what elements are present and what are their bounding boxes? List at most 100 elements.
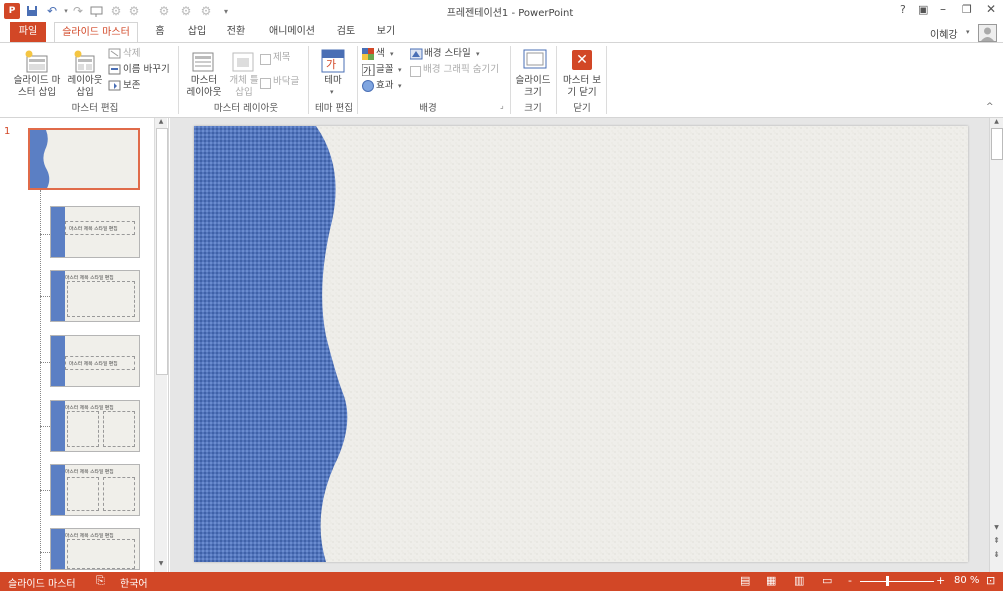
slide-sorter-icon[interactable]: ▦ bbox=[766, 574, 776, 587]
themes-button[interactable]: 테마 bbox=[318, 75, 348, 87]
next-slide-icon[interactable]: ⇟ bbox=[991, 550, 1002, 562]
tab-view[interactable]: 보기 bbox=[372, 22, 400, 42]
thumbnail-scrollbar[interactable]: ▲ ▼ bbox=[154, 118, 168, 572]
layout-tree-line bbox=[40, 190, 42, 570]
layout-thumbnail[interactable]: 마스터 제목 스타일 편집 bbox=[50, 528, 140, 570]
layout-thumbnail[interactable]: 마스터 제목 스타일 편집 bbox=[50, 335, 140, 387]
scroll-down-icon[interactable]: ▼ bbox=[156, 560, 166, 568]
insert-layout-button[interactable]: 레이아웃 삽입 bbox=[64, 75, 106, 99]
background-styles-dropdown-icon[interactable]: ▾ bbox=[476, 50, 480, 58]
touch-mode-icon[interactable]: ⚙ bbox=[108, 3, 124, 19]
quick-access-icon[interactable]: ⚙ bbox=[178, 3, 194, 19]
thumbnail-content-box bbox=[67, 281, 135, 317]
tree-tick bbox=[40, 426, 50, 428]
footer-checkbox-label: 바닥글 bbox=[273, 76, 300, 87]
restore-icon[interactable]: ❐ bbox=[962, 3, 972, 16]
slide-show-icon[interactable]: ▭ bbox=[822, 574, 832, 587]
zoom-out-button[interactable]: - bbox=[848, 574, 852, 587]
customize-icon[interactable]: ▾ bbox=[218, 3, 234, 19]
start-from-beginning-icon[interactable] bbox=[88, 3, 104, 19]
avatar[interactable] bbox=[978, 24, 997, 42]
footer-checkbox[interactable] bbox=[260, 78, 271, 89]
slide-scrollbar[interactable]: ▲ ▼ ⇞ ⇟ bbox=[989, 118, 1003, 572]
user-dropdown-icon[interactable]: ▾ bbox=[966, 28, 970, 36]
zoom-in-button[interactable]: + bbox=[936, 574, 945, 587]
master-thumbnail[interactable] bbox=[28, 128, 140, 190]
dialog-launcher-icon[interactable]: ⌟ bbox=[500, 101, 504, 110]
tree-tick bbox=[40, 490, 50, 492]
status-bar: 슬라이드 마스터 ⎘ 한국어 ▤ ▦ ▥ ▭ - + 80 % ⊡ bbox=[0, 572, 1003, 591]
layout-thumbnail[interactable]: 마스터 제목 스타일 편집 bbox=[50, 400, 140, 452]
preserve-button[interactable]: 보존 bbox=[123, 80, 140, 92]
scroll-up-icon[interactable]: ▲ bbox=[991, 118, 1002, 127]
layout-thumbnail[interactable]: 마스터 제목 스타일 편집 bbox=[50, 270, 140, 322]
reading-view-icon[interactable]: ▥ bbox=[794, 574, 804, 587]
colors-icon bbox=[362, 48, 375, 60]
layout-thumbnail[interactable]: 마스터 제목 스타일 편집 bbox=[50, 464, 140, 516]
close-master-view-button[interactable]: 마스터 보 기 닫기 bbox=[560, 75, 604, 99]
hide-bg-graphics-checkbox[interactable] bbox=[410, 66, 421, 77]
insert-slide-master-button[interactable]: 슬라이드 마 스터 삽입 bbox=[8, 75, 66, 99]
tab-insert[interactable]: 삽입 bbox=[184, 22, 210, 42]
help-icon[interactable]: ? bbox=[900, 3, 906, 16]
colors-dropdown-icon[interactable]: ▾ bbox=[390, 50, 394, 58]
slide-editing-area[interactable] bbox=[170, 118, 989, 572]
effects-button[interactable]: 효과 bbox=[376, 80, 393, 92]
colors-button[interactable]: 색 bbox=[376, 48, 385, 60]
preserve-icon bbox=[108, 80, 121, 92]
effects-dropdown-icon[interactable]: ▾ bbox=[398, 82, 402, 90]
delete-button[interactable]: 삭제 bbox=[123, 48, 140, 60]
rename-button[interactable]: 이름 바꾸기 bbox=[123, 64, 170, 76]
zoom-level[interactable]: 80 % bbox=[954, 575, 979, 586]
title-checkbox[interactable] bbox=[260, 54, 271, 65]
master-layout-icon bbox=[190, 50, 216, 74]
tab-review[interactable]: 검토 bbox=[332, 22, 360, 42]
insert-placeholder-button[interactable]: 개체 틀 삽입 bbox=[224, 75, 264, 99]
tab-slide-master[interactable]: 슬라이드 마스터 bbox=[54, 22, 138, 42]
save-icon[interactable] bbox=[24, 3, 40, 19]
background-styles-button[interactable]: 배경 스타일 bbox=[424, 48, 471, 60]
close-icon[interactable]: ✕ bbox=[986, 2, 996, 16]
fonts-dropdown-icon[interactable]: ▾ bbox=[398, 66, 402, 74]
redo-icon[interactable]: ↷ bbox=[70, 3, 86, 19]
user-name[interactable]: 이혜강 bbox=[930, 26, 958, 41]
thumbnail-caption: 마스터 제목 스타일 편집 bbox=[69, 362, 118, 367]
master-layout-button[interactable]: 마스터 레이아웃 bbox=[184, 75, 224, 99]
group-separator bbox=[510, 46, 511, 114]
master-slide[interactable] bbox=[194, 126, 968, 562]
quick-access-icon[interactable]: ⚙ bbox=[126, 3, 142, 19]
zoom-slider-thumb[interactable] bbox=[886, 576, 889, 586]
insert-placeholder-icon bbox=[230, 50, 256, 74]
zoom-slider[interactable] bbox=[860, 581, 934, 582]
background-styles-icon bbox=[409, 48, 423, 60]
group-separator bbox=[308, 46, 309, 114]
group-separator bbox=[178, 46, 179, 114]
themes-icon: 가 bbox=[320, 48, 346, 73]
normal-view-icon[interactable]: ▤ bbox=[740, 574, 750, 587]
scroll-thumb[interactable] bbox=[991, 128, 1003, 160]
scroll-thumb[interactable] bbox=[156, 128, 168, 375]
ribbon-display-icon[interactable]: ▣ bbox=[918, 3, 928, 16]
fit-to-window-icon[interactable]: ⊡ bbox=[986, 574, 995, 587]
previous-slide-icon[interactable]: ⇞ bbox=[991, 536, 1002, 548]
tab-file[interactable]: 파일 bbox=[10, 22, 46, 42]
scroll-down-icon[interactable]: ▼ bbox=[991, 524, 1002, 533]
tree-tick bbox=[40, 296, 50, 298]
scroll-up-icon[interactable]: ▲ bbox=[156, 118, 166, 126]
quick-access-icon[interactable]: ⚙ bbox=[198, 3, 214, 19]
powerpoint-icon[interactable]: P bbox=[4, 3, 20, 19]
layout-thumbnail[interactable]: 마스터 제목 스타일 편집 bbox=[50, 206, 140, 258]
tab-home[interactable]: 홈 bbox=[148, 22, 172, 42]
insert-slide-master-icon bbox=[24, 50, 50, 74]
fonts-button[interactable]: 글꼴 bbox=[376, 64, 393, 76]
tab-transitions[interactable]: 전환 bbox=[222, 22, 250, 42]
minimize-icon[interactable]: – bbox=[940, 2, 946, 16]
collapse-ribbon-icon[interactable]: ^ bbox=[986, 102, 994, 112]
spelling-icon[interactable]: ⎘ bbox=[96, 574, 105, 588]
quick-access-icon[interactable]: ⚙ bbox=[156, 3, 172, 19]
window-title: 프레젠테이션1 - PowerPoint bbox=[446, 8, 574, 19]
themes-dropdown-icon[interactable]: ▾ bbox=[330, 88, 334, 96]
slide-size-button[interactable]: 슬라이드 크기 bbox=[512, 75, 554, 99]
tab-animations[interactable]: 애니메이션 bbox=[264, 22, 320, 42]
language-indicator[interactable]: 한국어 bbox=[120, 575, 148, 590]
